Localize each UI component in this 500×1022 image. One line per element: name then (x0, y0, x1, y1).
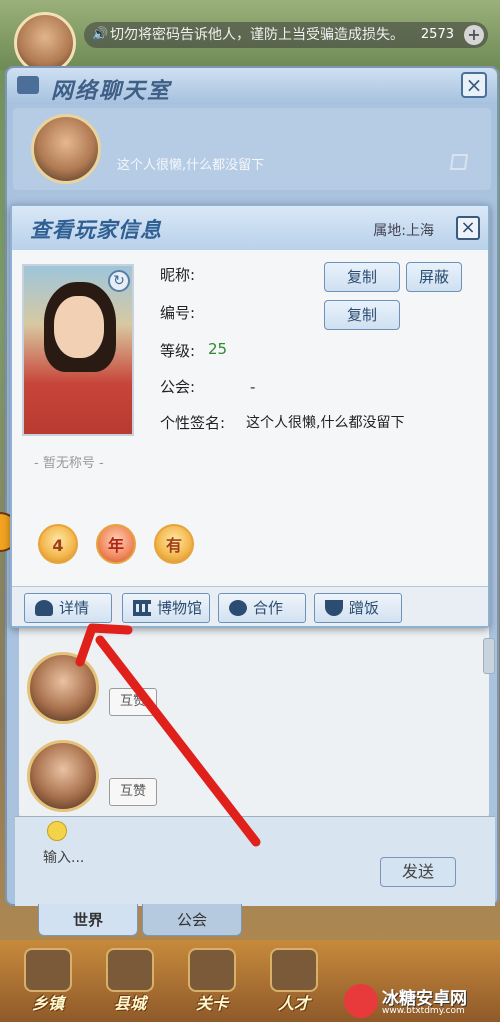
chat-room-header: 网络聊天室 × (7, 68, 497, 104)
edit-icon[interactable] (449, 154, 469, 170)
self-signature: 这个人很懒,什么都没留下 (117, 158, 265, 173)
copy-id-button[interactable]: 复制 (324, 300, 400, 330)
signature-value: 这个人很懒,什么都没留下 (246, 415, 405, 431)
tv-icon (106, 948, 154, 992)
dialog-header: 查看玩家信息 属地:上海 × (12, 206, 488, 250)
person-icon (35, 600, 53, 616)
dialog-title: 查看玩家信息 (30, 218, 162, 242)
id-label: 编号: (160, 304, 196, 322)
nav-label: 人才 (277, 994, 310, 1013)
chat-close-button[interactable]: × (461, 72, 487, 98)
copy-nickname-button[interactable]: 复制 (324, 262, 400, 292)
nav-item-talent[interactable]: 人才 (262, 946, 326, 1016)
nav-label: 乡镇 (31, 994, 64, 1013)
nav-label: 县城 (113, 994, 146, 1013)
museum-button[interactable]: 博物馆 (122, 593, 210, 623)
badge-anniversary-icon[interactable]: 年 (96, 524, 136, 564)
emoji-icon[interactable] (47, 821, 67, 841)
self-profile-row: 这个人很懒,什么都没留下 (13, 108, 491, 190)
dine-label: 蹭饭 (349, 599, 380, 617)
watermark-logo-icon (344, 984, 378, 1018)
portrait-face (54, 296, 104, 358)
watermark-url: www.btxtdmy.com (382, 1006, 465, 1016)
cooperate-label: 合作 (253, 599, 284, 617)
town-icon (24, 948, 72, 992)
details-button[interactable]: 详情 (24, 593, 112, 623)
avatar[interactable] (27, 652, 99, 724)
nav-item-level[interactable]: 关卡 (180, 946, 244, 1016)
tab-guild[interactable]: 公会 (142, 904, 242, 936)
speaker-icon: 🔊 (92, 27, 109, 42)
chat-input-area: 发送 (15, 816, 495, 906)
refresh-icon[interactable]: ↻ (108, 270, 130, 292)
coin-count: 2573 (420, 27, 454, 42)
notice-bar: 🔊 切勿将密码告诉他人，谨防上当受骗造成损失。 2573 + (84, 22, 488, 48)
camera-icon (188, 948, 236, 992)
person-icon (270, 948, 318, 992)
player-avatar[interactable] (14, 12, 76, 74)
dine-button[interactable]: 蹭饭 (314, 593, 402, 623)
action-bar: 详情 博物馆 合作 蹭饭 (12, 586, 488, 626)
chat-input[interactable] (43, 843, 373, 873)
guild-label: 公会: (160, 378, 196, 396)
nav-item-county[interactable]: 县城 (98, 946, 162, 1016)
avatar[interactable] (27, 740, 99, 812)
player-portrait: ↻ (22, 264, 134, 436)
cooperate-button[interactable]: 合作 (218, 593, 306, 623)
chat-channel-tabs: 世界 公会 (38, 904, 258, 938)
museum-icon (133, 600, 151, 616)
player-title-text: - 暂无称号 - (34, 456, 104, 471)
badge-achievement-icon[interactable]: 有 (154, 524, 194, 564)
chat-message-list[interactable]: 互赞 互赞 (19, 608, 495, 818)
watermark: 冰糖安卓网 www.btxtdmy.com (344, 984, 494, 1018)
like-button[interactable]: 互赞 (109, 778, 157, 806)
badge-level-icon[interactable]: 4 (38, 524, 78, 564)
tab-world[interactable]: 世界 (38, 904, 138, 936)
museum-label: 博物馆 (157, 599, 203, 617)
player-info-dialog: 查看玩家信息 属地:上海 × ↻ - 暂无称号 - 昵称: 复制 屏蔽 编号: … (10, 204, 490, 628)
send-button[interactable]: 发送 (380, 857, 456, 887)
signature-label: 个性签名: (160, 414, 226, 432)
details-label: 详情 (59, 599, 90, 617)
add-coins-icon[interactable]: + (464, 25, 484, 45)
avatar[interactable] (31, 114, 101, 184)
nav-item-town[interactable]: 乡镇 (16, 946, 80, 1016)
chat-room-title: 网络聊天室 (51, 79, 172, 104)
like-button[interactable]: 互赞 (109, 688, 157, 716)
film-reel-icon (229, 600, 247, 616)
guild-value: - (250, 378, 256, 396)
player-region: 属地:上海 (373, 223, 434, 239)
dialog-close-button[interactable]: × (456, 216, 480, 240)
nav-label: 关卡 (195, 994, 228, 1013)
block-button[interactable]: 屏蔽 (406, 262, 462, 292)
level-label: 等级: (160, 342, 196, 360)
notice-text: 切勿将密码告诉他人，谨防上当受骗造成损失。 (110, 27, 404, 43)
level-value: 25 (208, 340, 228, 358)
scrollbar[interactable] (483, 638, 495, 674)
nickname-label: 昵称: (160, 266, 196, 284)
chat-icon (17, 76, 39, 94)
top-bar: 🔊 切勿将密码告诉他人，谨防上当受骗造成损失。 2573 + (0, 0, 500, 74)
badge-list: 4 年 有 (38, 524, 238, 564)
bowl-icon (325, 600, 343, 616)
